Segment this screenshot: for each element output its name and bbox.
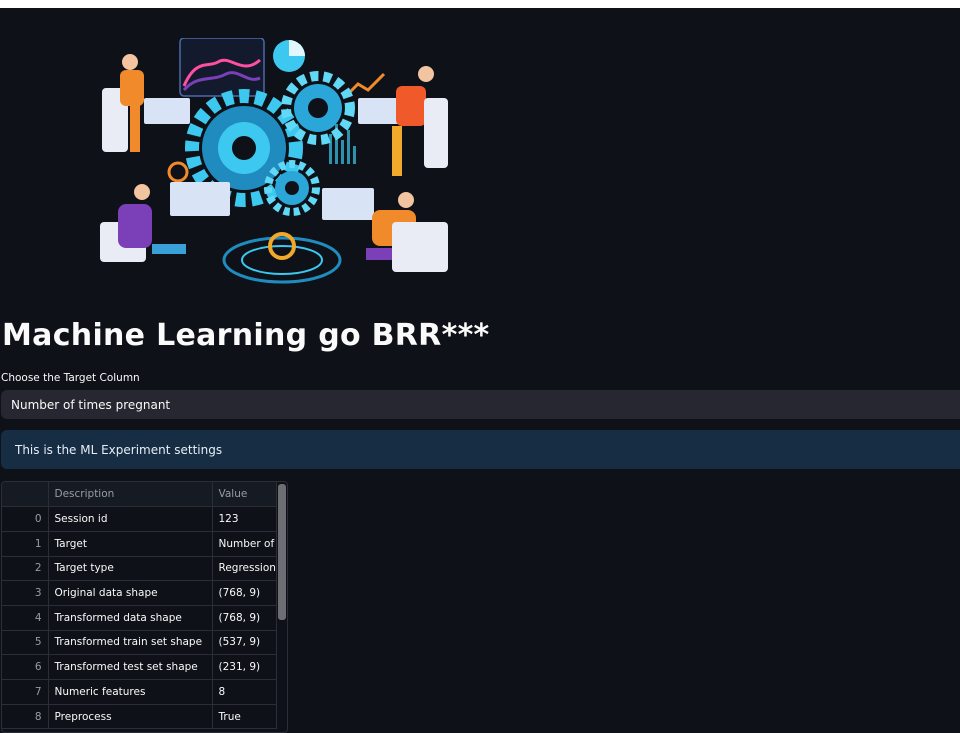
table-row[interactable]: 8 Preprocess True: [2, 704, 277, 730]
index-column-header: [2, 482, 49, 508]
table-row[interactable]: 2 Target type Regression: [2, 556, 277, 582]
value-cell[interactable]: (768, 9): [212, 605, 277, 631]
info-alert: This is the ML Experiment settings: [1, 430, 960, 469]
table-row[interactable]: 5 Transformed train set shape (537, 9): [2, 630, 277, 656]
chart-screen-icon: [179, 37, 265, 97]
row-index: 3: [2, 580, 49, 606]
pie-chart-icon: [273, 40, 305, 72]
value-column-header[interactable]: Value: [212, 482, 277, 508]
hero-illustration: [96, 37, 458, 296]
person-top-left-icon: [102, 54, 190, 152]
table-scrollbar[interactable]: [278, 484, 286, 620]
description-column-header[interactable]: Description: [48, 482, 213, 508]
description-cell[interactable]: Target: [48, 531, 213, 557]
info-alert-text: This is the ML Experiment settings: [15, 442, 223, 457]
orbit-ring-icon: [222, 232, 342, 284]
description-cell[interactable]: Target type: [48, 556, 213, 582]
value-cell[interactable]: 8: [212, 679, 277, 705]
description-cell[interactable]: Transformed test set shape: [48, 654, 213, 680]
description-cell[interactable]: Preprocess: [48, 704, 213, 730]
table-row[interactable]: 1 Target Number of: [2, 531, 277, 557]
description-cell[interactable]: Original data shape: [48, 580, 213, 606]
small-gear-icon: [264, 160, 320, 216]
target-column-select[interactable]: Number of times pregnant: [1, 390, 960, 419]
person-bottom-left-icon: [100, 182, 230, 262]
person-top-right-icon: [358, 66, 448, 176]
description-cell[interactable]: Transformed train set shape: [48, 630, 213, 656]
description-cell[interactable]: Session id: [48, 506, 213, 532]
row-index: 6: [2, 654, 49, 680]
row-index: 8: [2, 704, 49, 730]
bar-graph-icon: [329, 124, 356, 164]
value-cell[interactable]: Number of: [212, 531, 277, 557]
table-header-row: Description Value: [2, 482, 277, 508]
target-column-label: Choose the Target Column: [1, 372, 140, 384]
value-cell[interactable]: (537, 9): [212, 630, 277, 656]
row-index: 4: [2, 605, 49, 631]
trend-arrow-icon: [344, 72, 386, 98]
value-cell[interactable]: True: [212, 704, 277, 730]
table-row[interactable]: 4 Transformed data shape (768, 9): [2, 605, 277, 631]
row-index: 7: [2, 679, 49, 705]
description-cell[interactable]: Numeric features: [48, 679, 213, 705]
value-cell[interactable]: Regression: [212, 556, 277, 582]
page-title: Machine Learning go BRR***: [2, 318, 490, 353]
table-row[interactable]: 3 Original data shape (768, 9): [2, 580, 277, 606]
table-row[interactable]: 0 Session id 123: [2, 506, 277, 532]
value-cell[interactable]: 123: [212, 506, 277, 532]
target-column-selected-value: Number of times pregnant: [11, 397, 171, 412]
settings-table[interactable]: Description Value 0 Session id 123 1 Target N…: [1, 481, 288, 733]
row-index: 0: [2, 506, 49, 532]
row-index: 2: [2, 556, 49, 582]
table-row[interactable]: 7 Numeric features 8: [2, 679, 277, 705]
table-row[interactable]: 6 Transformed test set shape (231, 9): [2, 654, 277, 680]
row-index: 1: [2, 531, 49, 557]
row-index: 5: [2, 630, 49, 656]
value-cell[interactable]: (768, 9): [212, 580, 277, 606]
value-cell[interactable]: (231, 9): [212, 654, 277, 680]
top-bar: [0, 0, 960, 8]
description-cell[interactable]: Transformed data shape: [48, 605, 213, 631]
